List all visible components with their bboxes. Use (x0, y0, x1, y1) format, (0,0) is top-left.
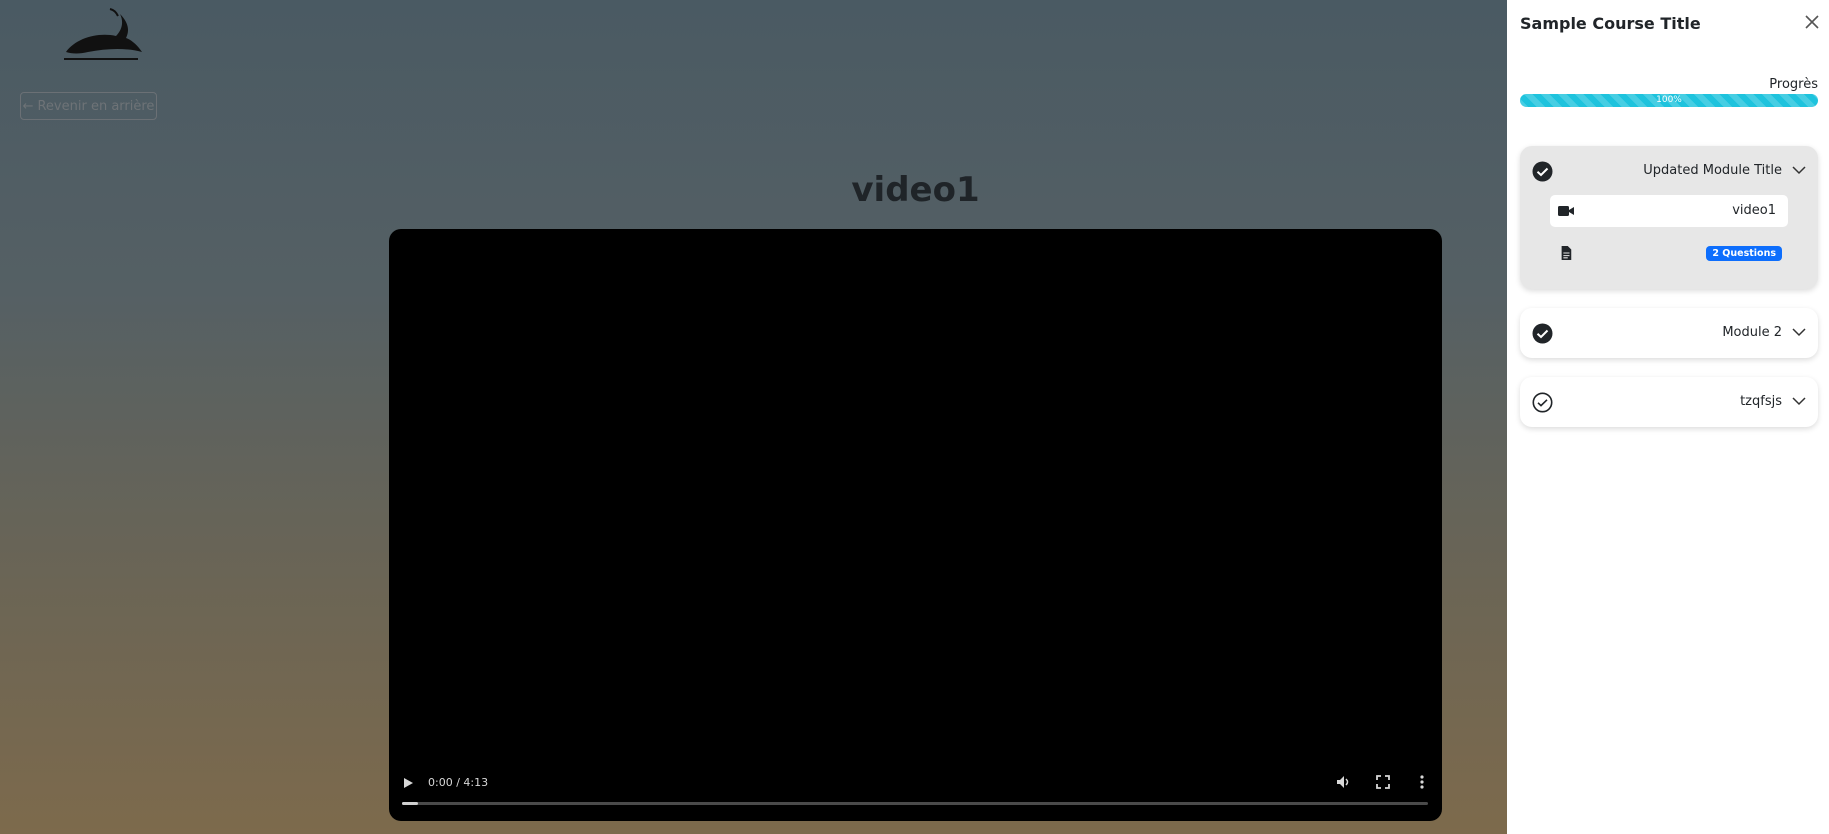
progress-bar: 100% (1520, 94, 1818, 107)
page-title: video1 (851, 170, 980, 210)
module-header[interactable]: Module 2 (1520, 308, 1818, 358)
check-circle-filled-icon (1532, 323, 1553, 344)
video-camera-icon (1558, 206, 1574, 216)
module-item: Updated Module Title video1 2 Questions (1520, 146, 1818, 289)
video-player[interactable]: 0:00 / 4:13 (389, 229, 1442, 821)
chevron-down-icon[interactable] (1792, 396, 1806, 406)
course-title: Sample Course Title (1520, 14, 1701, 33)
video-seek-fill (402, 802, 419, 805)
back-button-label: Revenir en arrière (37, 98, 155, 114)
play-icon[interactable] (401, 776, 415, 790)
questions-badge: 2 Questions (1706, 246, 1782, 261)
chevron-down-icon[interactable] (1792, 165, 1806, 175)
fullscreen-icon[interactable] (1375, 774, 1391, 790)
course-sidebar: Sample Course Title Progrès 100% Updated… (1507, 0, 1829, 834)
chevron-down-icon[interactable] (1792, 327, 1806, 337)
video-seek-bar[interactable] (402, 802, 1428, 805)
document-icon (1561, 246, 1572, 260)
back-button[interactable]: ← Revenir en arrière (20, 92, 157, 120)
module-title: Updated Module Title (1643, 163, 1782, 178)
more-options-icon[interactable] (1415, 774, 1429, 790)
module-item: Module 2 (1520, 308, 1818, 358)
arrow-left-icon: ← (22, 98, 34, 114)
progress-fill: 100% (1520, 94, 1818, 107)
progress-label: Progrès (1769, 77, 1818, 92)
close-icon[interactable] (1804, 14, 1820, 30)
lesson-item-video1[interactable]: video1 (1550, 195, 1788, 227)
check-circle-filled-icon (1532, 161, 1553, 182)
module-header[interactable]: tzqfsjs (1520, 377, 1818, 427)
lesson-label: video1 (1732, 203, 1776, 218)
video-time: 0:00 / 4:13 (428, 776, 489, 789)
module-title: Module 2 (1722, 325, 1782, 340)
lesson-item-quiz[interactable]: 2 Questions (1550, 237, 1788, 269)
module-header[interactable]: Updated Module Title (1520, 146, 1818, 196)
gazelle-logo-icon (58, 8, 146, 64)
module-item: tzqfsjs (1520, 377, 1818, 427)
check-circle-outline-icon (1532, 392, 1553, 413)
volume-icon[interactable] (1335, 774, 1351, 790)
main-content: ← Revenir en arrière video1 0:00 / 4:13 (0, 0, 1507, 834)
module-title: tzqfsjs (1740, 394, 1782, 409)
